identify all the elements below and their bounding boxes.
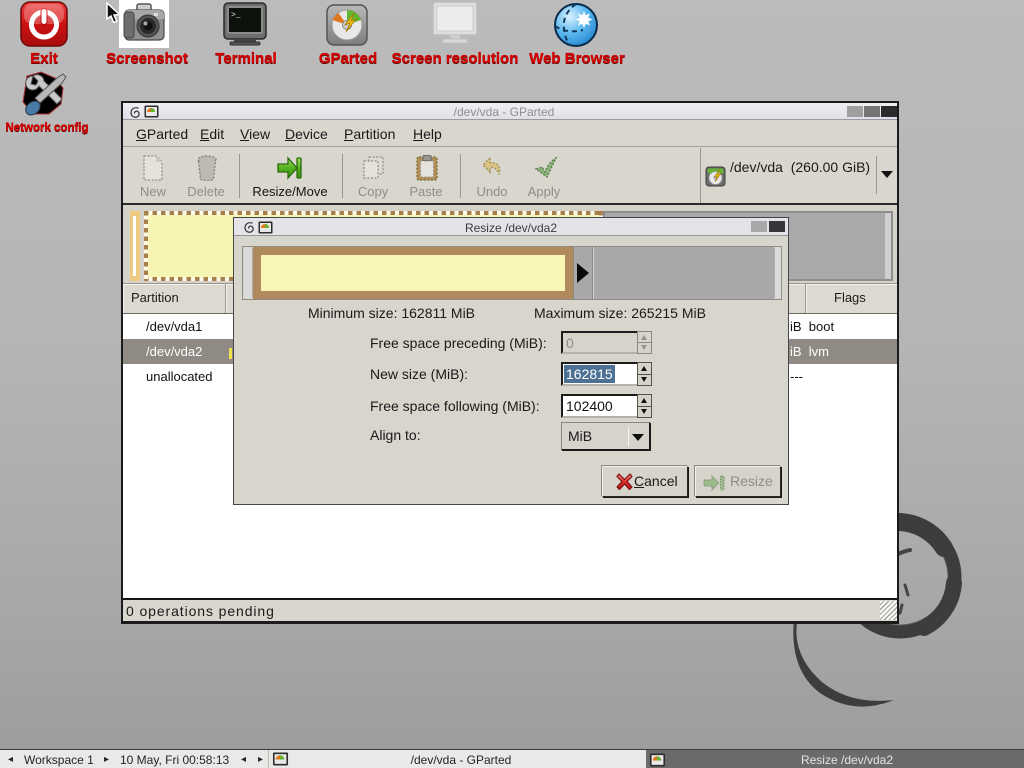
svg-text:>_: >_ [231, 11, 241, 20]
